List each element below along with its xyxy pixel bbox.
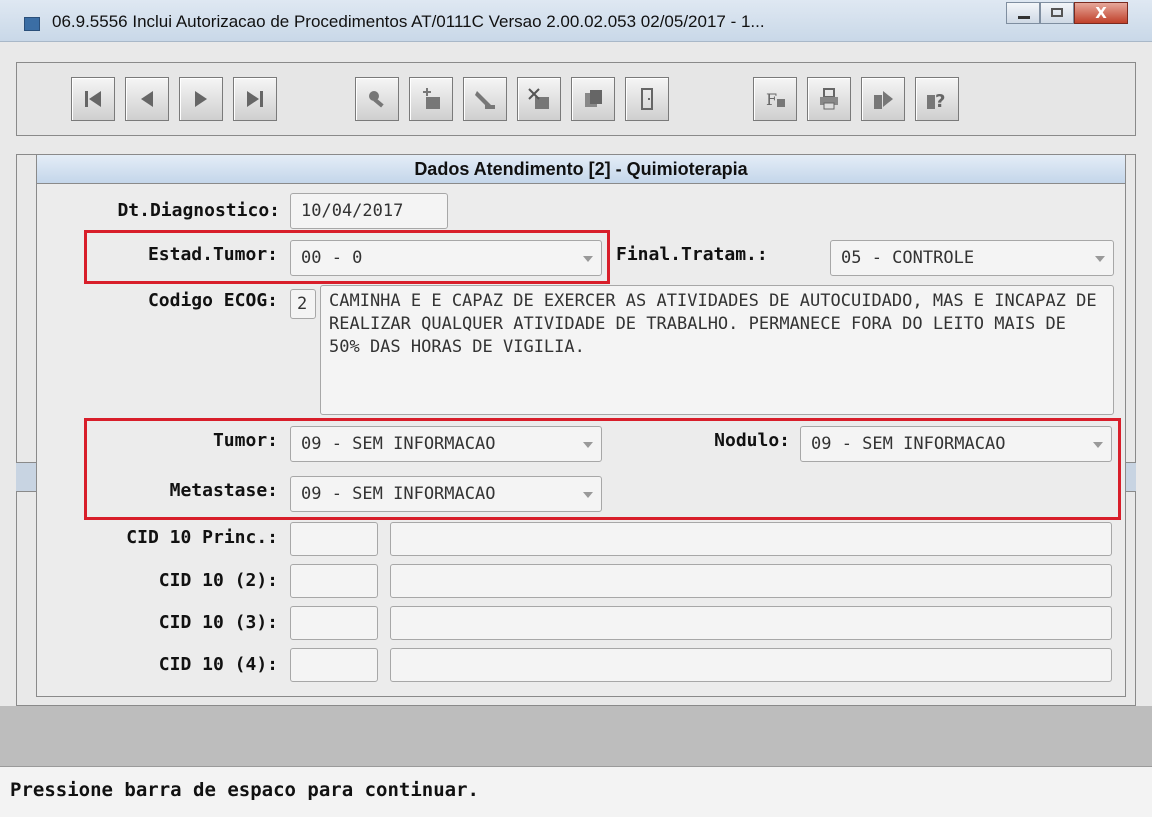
cid-2-label: CID 10 (2): [158,570,278,591]
maximize-icon [1051,8,1063,17]
filter-button[interactable]: F [753,77,797,121]
background-tab-strip [16,462,36,492]
edit-button[interactable] [463,77,507,121]
edit-icon [475,91,495,109]
close-button[interactable]: X [1074,2,1128,24]
final-tratam-label: Final.Tratam.: [616,244,768,265]
codigo-ecog-description: CAMINHA E E CAPAZ DE EXERCER AS ATIVIDAD… [320,285,1114,415]
last-icon [247,91,263,107]
window-controls: X [1006,2,1128,24]
title-bar: 06.9.5556 Inclui Autorizacao de Procedim… [0,0,1152,42]
navigate-button[interactable] [861,77,905,121]
dt-diagnostico-field[interactable]: 10/04/2017 [290,193,448,229]
codigo-ecog-label: Codigo ECOG: [147,290,278,311]
first-icon [85,91,101,107]
highlight-box-estad-tumor [84,230,610,284]
copy-button[interactable] [571,77,615,121]
window-title: 06.9.5556 Inclui Autorizacao de Procedim… [52,12,765,31]
delete-button[interactable] [517,77,561,121]
previous-record-button[interactable] [125,77,169,121]
cid-4-label: CID 10 (4): [158,654,278,675]
navigate-icon [874,91,893,109]
panel-title: Dados Atendimento [2] - Quimioterapia [37,155,1125,184]
bottom-area [0,706,1152,766]
status-bar: Pressione barra de espaco para continuar… [0,766,1152,817]
key-icon [369,91,384,108]
first-record-button[interactable] [71,77,115,121]
last-record-button[interactable] [233,77,277,121]
exit-door-icon [641,88,653,110]
next-icon [195,91,207,107]
cid-4-description-field [390,648,1112,682]
cid-princ-code-field[interactable] [290,522,378,556]
filter-icon: F [766,90,785,109]
svg-text:?: ? [935,91,945,112]
cid-2-description-field [390,564,1112,598]
chevron-down-icon [1095,256,1105,262]
help-icon: ? [927,91,945,112]
copy-icon [585,90,602,107]
next-record-button[interactable] [179,77,223,121]
cid-3-code-field[interactable] [290,606,378,640]
navigation-toolbar: F ? [16,62,1136,136]
print-button[interactable] [807,77,851,121]
help-button[interactable]: ? [915,77,959,121]
dt-diagnostico-label: Dt.Diagnostico: [117,200,280,221]
cid-4-code-field[interactable] [290,648,378,682]
minimize-icon [1018,16,1030,19]
svg-text:F: F [766,90,777,109]
application-window: 06.9.5556 Inclui Autorizacao de Procedim… [0,0,1152,817]
delete-icon [528,88,549,109]
final-tratam-select[interactable]: 05 - CONTROLE [830,240,1114,276]
highlight-box-tnm [84,418,1121,520]
cid-3-description-field [390,606,1112,640]
codigo-ecog-field[interactable]: 2 [290,289,316,319]
cid-3-label: CID 10 (3): [158,612,278,633]
final-tratam-value: 05 - CONTROLE [841,248,975,268]
app-icon [24,17,40,31]
maximize-button[interactable] [1040,2,1074,24]
add-button[interactable] [409,77,453,121]
add-icon [423,88,440,109]
exit-button[interactable] [625,77,669,121]
print-icon [820,88,838,110]
cid-princ-label: CID 10 Princ.: [126,527,278,548]
cid-2-code-field[interactable] [290,564,378,598]
search-key-button[interactable] [355,77,399,121]
minimize-button[interactable] [1006,2,1040,24]
cid-princ-description-field [390,522,1112,556]
background-tab-strip-right [1126,462,1136,492]
status-message: Pressione barra de espaco para continuar… [10,779,479,801]
previous-icon [141,91,153,107]
